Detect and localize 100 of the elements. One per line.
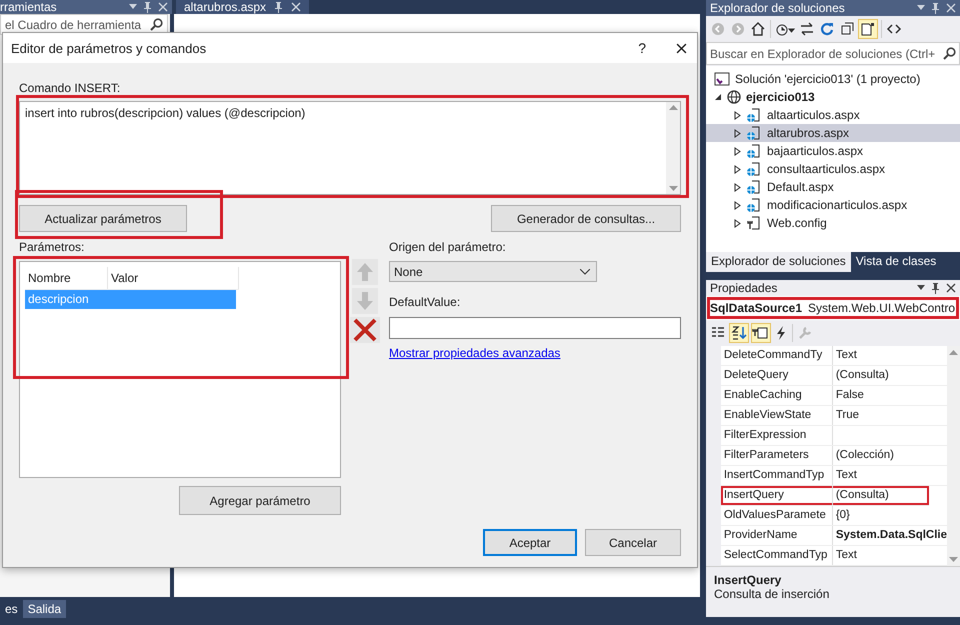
tree-item[interactable]: ejercicio013 — [746, 90, 815, 104]
dropdown-icon[interactable] — [129, 4, 137, 10]
help-button[interactable]: ? — [638, 40, 646, 56]
panel-title: rramientas — [0, 0, 58, 14]
field-label: Comando INSERT: — [19, 81, 122, 95]
property-name: OldValuesParamete — [720, 506, 833, 525]
panel-tab[interactable]: es — [0, 600, 23, 618]
property-name: ProviderName — [720, 526, 833, 545]
property-value: System.Data.SqlClie — [834, 528, 948, 543]
add-button[interactable]: Agregar parámetro — [179, 486, 341, 515]
property-row[interactable]: DeleteQuery (Consulta) — [720, 366, 948, 386]
collapse-icon[interactable] — [839, 21, 855, 37]
solution-icon — [714, 72, 730, 86]
dialog-title: Editor de parámetros y comandos — [11, 40, 208, 56]
web-file-icon — [746, 179, 762, 195]
property-row[interactable]: ProviderName System.Data.SqlClie — [720, 526, 948, 546]
delete-icon[interactable] — [350, 317, 380, 343]
property-value: (Consulta) — [834, 488, 889, 503]
tree-item-row[interactable]: altaarticulos.aspx — [706, 106, 960, 124]
lightning-icon[interactable] — [774, 325, 788, 341]
description-text: Consulta de inserción — [714, 587, 830, 601]
panel-tab[interactable]: Vista de clases — [850, 252, 942, 272]
ok-button[interactable]: Aceptar — [483, 529, 577, 556]
property-name: EnableViewState — [720, 406, 833, 425]
tree-item-row[interactable]: Web.config — [706, 214, 960, 232]
pin-icon[interactable] — [931, 2, 940, 14]
config-file-icon — [746, 215, 762, 231]
tree-item-row[interactable]: consultaarticulos.aspx — [706, 160, 960, 178]
field-label: DefaultValue: — [389, 296, 462, 309]
property-value: Text — [834, 348, 857, 363]
tree-item-row[interactable]: modificacionarticulos.aspx — [706, 196, 960, 214]
property-row[interactable]: DeleteCommandTy Text — [720, 346, 948, 366]
web-file-icon — [746, 143, 762, 159]
property-value: Text — [834, 468, 857, 483]
web-file-icon — [746, 107, 762, 123]
panel-tab[interactable]: Explorador de soluciones — [706, 252, 851, 272]
property-name: InsertQuery — [720, 486, 833, 505]
sort-icon[interactable] — [730, 324, 748, 342]
panel-tab[interactable]: Salida — [22, 600, 66, 618]
refresh-icon[interactable] — [819, 21, 835, 37]
document-tab[interactable]: altarubros.aspx — [176, 0, 310, 14]
property-row[interactable]: EnableViewState True — [720, 406, 948, 426]
source-dropdown[interactable]: None — [389, 261, 597, 282]
expanded-icon[interactable] — [714, 93, 722, 101]
search-field[interactable]: Buscar en Explorador de soluciones (Ctrl+ — [706, 42, 960, 65]
property-name: DeleteCommandTy — [720, 346, 833, 365]
cancel-button[interactable]: Cancelar — [585, 529, 681, 556]
property-value: (Colección) — [834, 448, 894, 463]
column-header[interactable]: Valor — [108, 267, 239, 289]
refresh-button[interactable]: Actualizar parámetros — [19, 205, 187, 232]
panel-title: Explorador de soluciones — [710, 1, 846, 15]
globe-icon — [727, 90, 741, 104]
property-name: EnableCaching — [720, 386, 833, 405]
tree-item-row[interactable]: Default.aspx — [706, 178, 960, 196]
close-icon[interactable] — [946, 283, 956, 293]
object-selector[interactable]: SqlDataSource1 System.Web.UI.WebContro — [706, 296, 960, 320]
properties-icon[interactable] — [752, 324, 770, 342]
web-file-icon — [746, 125, 762, 141]
property-name: SelectCommandTyp — [720, 546, 833, 565]
field-label: Parámetros: — [19, 241, 86, 254]
property-value: False — [834, 388, 864, 403]
property-row[interactable]: FilterParameters (Colección) — [720, 446, 948, 466]
sync-icon[interactable] — [799, 21, 815, 37]
close-icon[interactable] — [676, 42, 687, 54]
home-icon[interactable] — [750, 21, 766, 37]
property-value: {0} — [834, 508, 850, 523]
parameters-list[interactable]: Nombre Valor descripcion — [19, 261, 341, 478]
property-name: InsertCommandTyp — [720, 466, 833, 485]
property-row[interactable]: FilterExpression — [720, 426, 948, 446]
tree-item-row[interactable]: altarubros.aspx — [706, 124, 960, 142]
caret-icon — [580, 268, 590, 274]
tree-item[interactable]: Solución 'ejercicio013' (1 proyecto) — [735, 72, 920, 86]
property-row[interactable]: EnableCaching False — [720, 386, 948, 406]
search-icon[interactable] — [150, 18, 163, 31]
panel-title: Propiedades — [710, 281, 778, 295]
description-title: InsertQuery — [714, 573, 782, 587]
property-row[interactable]: OldValuesParamete {0} — [720, 506, 948, 526]
web-file-icon — [746, 197, 762, 213]
property-name: FilterParameters — [720, 446, 833, 465]
pin-icon[interactable] — [143, 2, 152, 12]
dropdown-icon[interactable] — [917, 5, 925, 11]
dropdown-icon[interactable] — [917, 285, 925, 291]
pin-icon[interactable] — [274, 2, 284, 12]
field-label: Origen del parámetro: — [389, 241, 507, 254]
search-icon[interactable] — [943, 47, 956, 60]
property-value: (Consulta) — [834, 368, 889, 383]
property-row[interactable]: InsertQuery (Consulta) — [720, 486, 930, 506]
property-row[interactable]: InsertCommandTyp Text — [720, 466, 948, 486]
advanced-link[interactable]: Mostrar propiedades avanzadas — [389, 346, 560, 360]
property-value: Text — [834, 548, 857, 563]
pin-icon[interactable] — [931, 282, 940, 294]
tree-item-row[interactable]: bajaarticulos.aspx — [706, 142, 960, 160]
input-field[interactable] — [389, 317, 681, 339]
show-files-icon[interactable] — [859, 20, 877, 38]
query-builder-button[interactable]: Generador de consultas... — [491, 205, 681, 232]
wrench-icon — [797, 325, 813, 341]
column-header[interactable]: Nombre — [25, 267, 108, 289]
property-value: True — [834, 408, 860, 423]
property-name: DeleteQuery — [720, 366, 833, 385]
web-file-icon — [746, 161, 762, 177]
